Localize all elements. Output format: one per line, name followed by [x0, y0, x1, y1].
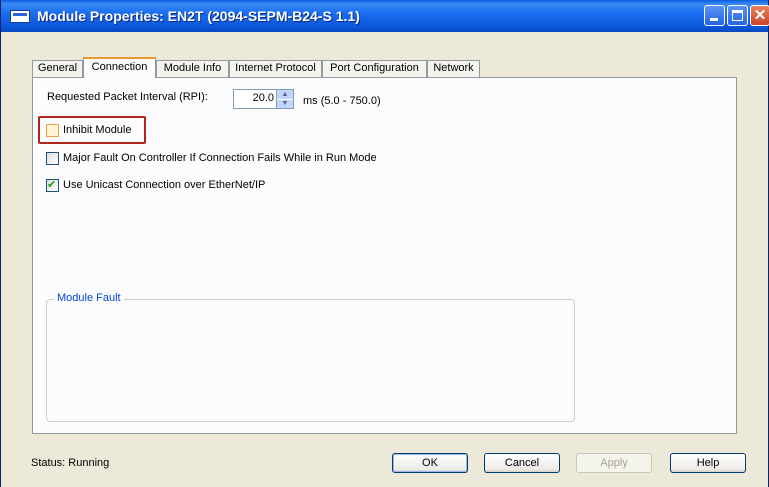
close-button[interactable]: ✕ [750, 5, 769, 26]
rpi-range-label: ms (5.0 - 750.0) [303, 95, 381, 107]
rpi-label: Requested Packet Interval (RPI): [47, 91, 208, 103]
ok-button[interactable]: OK [392, 453, 468, 473]
cancel-button[interactable]: Cancel [484, 453, 560, 473]
tab-port-configuration[interactable]: Port Configuration [322, 60, 427, 77]
unicast-checkbox[interactable] [46, 178, 59, 192]
inhibit-module-checkbox[interactable] [46, 124, 59, 137]
tab-internet-protocol[interactable]: Internet Protocol [229, 60, 322, 77]
maximize-button[interactable] [727, 5, 748, 26]
minimize-button[interactable] [704, 5, 725, 26]
spin-down-icon[interactable]: ▼ [277, 99, 293, 108]
minimize-icon [710, 18, 718, 21]
close-icon: ✕ [753, 7, 767, 24]
tab-connection[interactable]: Connection [83, 57, 156, 78]
maximize-icon [732, 10, 743, 21]
rpi-value[interactable]: 20.0 [236, 92, 274, 104]
window-title: Module Properties: EN2T (2094-SEPM-B24-S… [37, 8, 360, 24]
window-icon [10, 10, 30, 23]
help-button[interactable]: Help [670, 453, 746, 473]
inhibit-module-label[interactable]: Inhibit Module [63, 124, 132, 136]
module-fault-title: Module Fault [54, 292, 124, 304]
rpi-spinner[interactable]: ▲ ▼ [276, 90, 293, 108]
module-fault-group [46, 299, 575, 422]
major-fault-label[interactable]: Major Fault On Controller If Connection … [63, 152, 377, 164]
major-fault-checkbox[interactable] [46, 152, 59, 165]
title-bar[interactable]: Module Properties: EN2T (2094-SEPM-B24-S… [1, 0, 769, 32]
tab-general[interactable]: General [32, 60, 83, 77]
rpi-input[interactable]: 20.0 ▲ ▼ [233, 89, 294, 109]
module-properties-dialog: Module Properties: EN2T (2094-SEPM-B24-S… [0, 0, 769, 487]
unicast-label[interactable]: Use Unicast Connection over EtherNet/IP [63, 179, 265, 191]
apply-button[interactable]: Apply [576, 453, 652, 473]
status-text: Status: Running [31, 457, 110, 469]
tab-network[interactable]: Network [427, 60, 480, 77]
tab-module-info[interactable]: Module Info [156, 60, 229, 77]
